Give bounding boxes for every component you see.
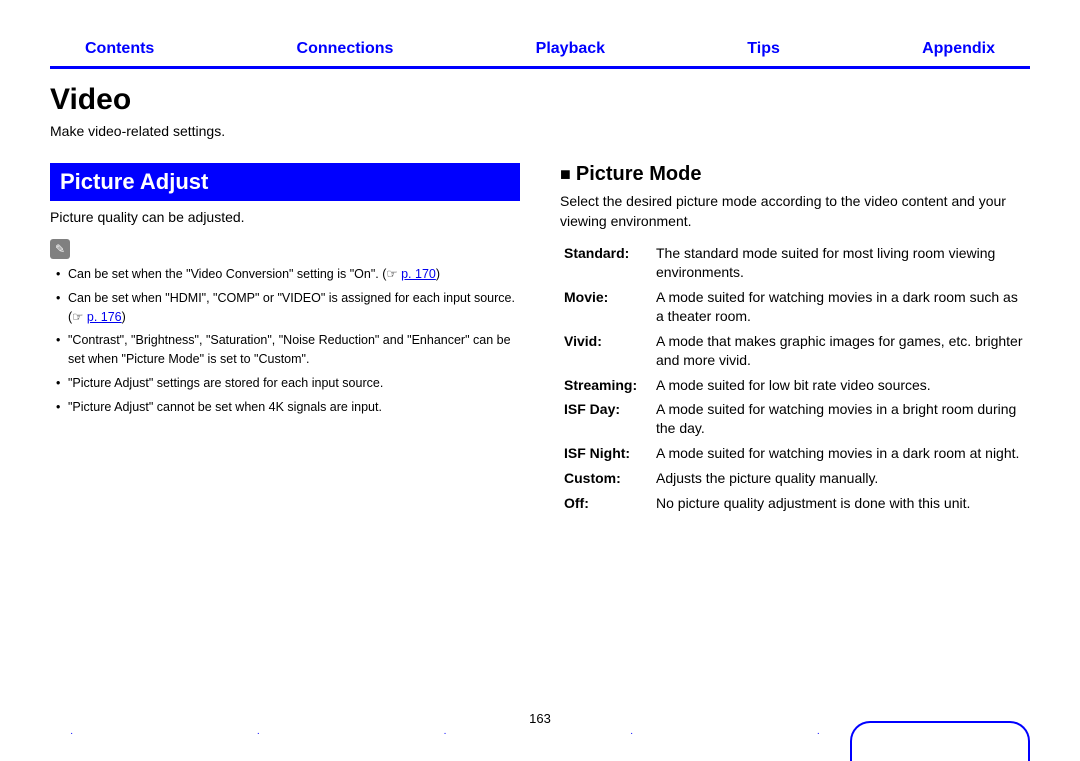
mode-val-vivid: A mode that makes graphic images for gam… — [652, 329, 1030, 373]
note-bullet-2-text-a: Can be set when "HDMI", "COMP" or "VIDEO… — [68, 291, 515, 324]
note-bullet-1-text-a: Can be set when the "Video Conversion" s… — [68, 267, 386, 281]
dot-icon: · — [443, 728, 446, 739]
pencil-icon — [50, 239, 70, 259]
picture-mode-desc: Select the desired picture mode accordin… — [560, 192, 1030, 231]
nav-playback[interactable]: Playback — [536, 40, 605, 58]
mode-val-streaming: A mode suited for low bit rate video sou… — [652, 373, 1030, 398]
table-row: ISF Day: A mode suited for watching movi… — [560, 397, 1030, 441]
mode-key-standard: Standard: — [560, 241, 652, 285]
note-bullets: Can be set when the "Video Conversion" s… — [50, 265, 520, 416]
mode-key-custom: Custom: — [560, 466, 652, 491]
mode-val-movie: A mode suited for watching movies in a d… — [652, 285, 1030, 329]
bottom-tab-curve — [850, 721, 1030, 761]
reference-icon: ☞ — [386, 267, 397, 281]
page-ref-176[interactable]: p. 176 — [87, 310, 122, 324]
columns: Picture Adjust Picture quality can be ad… — [50, 163, 1030, 516]
reference-icon: ☞ — [72, 310, 83, 324]
table-row: Custom: Adjusts the picture quality manu… — [560, 466, 1030, 491]
table-row: Vivid: A mode that makes graphic images … — [560, 329, 1030, 373]
table-row: Movie: A mode suited for watching movies… — [560, 285, 1030, 329]
note-bullet-2: Can be set when "HDMI", "COMP" or "VIDEO… — [56, 289, 520, 327]
picture-mode-table: Standard: The standard mode suited for m… — [560, 241, 1030, 516]
mode-key-off: Off: — [560, 491, 652, 516]
mode-val-standard: The standard mode suited for most living… — [652, 241, 1030, 285]
mode-val-off: No picture quality adjustment is done wi… — [652, 491, 1030, 516]
nav-connections[interactable]: Connections — [297, 40, 394, 58]
mode-val-custom: Adjusts the picture quality manually. — [652, 466, 1030, 491]
table-row: ISF Night: A mode suited for watching mo… — [560, 441, 1030, 466]
mode-key-movie: Movie: — [560, 285, 652, 329]
picture-adjust-intro: Picture quality can be adjusted. — [50, 209, 520, 225]
dot-icon: · — [817, 728, 820, 739]
mode-val-isf-night: A mode suited for watching movies in a d… — [652, 441, 1030, 466]
note-box: Can be set when the "Video Conversion" s… — [50, 239, 520, 416]
page-ref-170[interactable]: p. 170 — [401, 267, 436, 281]
table-row: Standard: The standard mode suited for m… — [560, 241, 1030, 285]
table-row: Off: No picture quality adjustment is do… — [560, 491, 1030, 516]
page-title: Video — [50, 83, 1030, 117]
note-bullet-1: Can be set when the "Video Conversion" s… — [56, 265, 520, 284]
note-bullet-5: "Picture Adjust" cannot be set when 4K s… — [56, 398, 520, 417]
page-intro: Make video-related settings. — [50, 123, 1030, 139]
nav-contents[interactable]: Contents — [85, 40, 154, 58]
table-row: Streaming: A mode suited for low bit rat… — [560, 373, 1030, 398]
note-bullet-4: "Picture Adjust" settings are stored for… — [56, 374, 520, 393]
mode-key-isf-day: ISF Day: — [560, 397, 652, 441]
dot-icon: · — [630, 728, 633, 739]
note-bullet-3: "Contrast", "Brightness", "Saturation", … — [56, 331, 520, 369]
bottom-nav-dots: · · · · · — [70, 728, 820, 739]
section-heading-picture-adjust: Picture Adjust — [50, 163, 520, 201]
section-heading-picture-mode: Picture Mode — [560, 163, 1030, 186]
note-bullet-1-text-b: ) — [436, 267, 440, 281]
nav-tips[interactable]: Tips — [747, 40, 780, 58]
dot-icon: · — [70, 728, 73, 739]
right-column: Picture Mode Select the desired picture … — [560, 163, 1030, 516]
note-bullet-2-text-b: ) — [122, 310, 126, 324]
nav-appendix[interactable]: Appendix — [922, 40, 995, 58]
mode-key-vivid: Vivid: — [560, 329, 652, 373]
mode-key-streaming: Streaming: — [560, 373, 652, 398]
dot-icon: · — [257, 728, 260, 739]
page: Contents Connections Playback Tips Appen… — [0, 0, 1080, 761]
mode-val-isf-day: A mode suited for watching movies in a b… — [652, 397, 1030, 441]
top-nav: Contents Connections Playback Tips Appen… — [50, 0, 1030, 66]
nav-divider — [50, 66, 1030, 69]
mode-key-isf-night: ISF Night: — [560, 441, 652, 466]
left-column: Picture Adjust Picture quality can be ad… — [50, 163, 520, 516]
